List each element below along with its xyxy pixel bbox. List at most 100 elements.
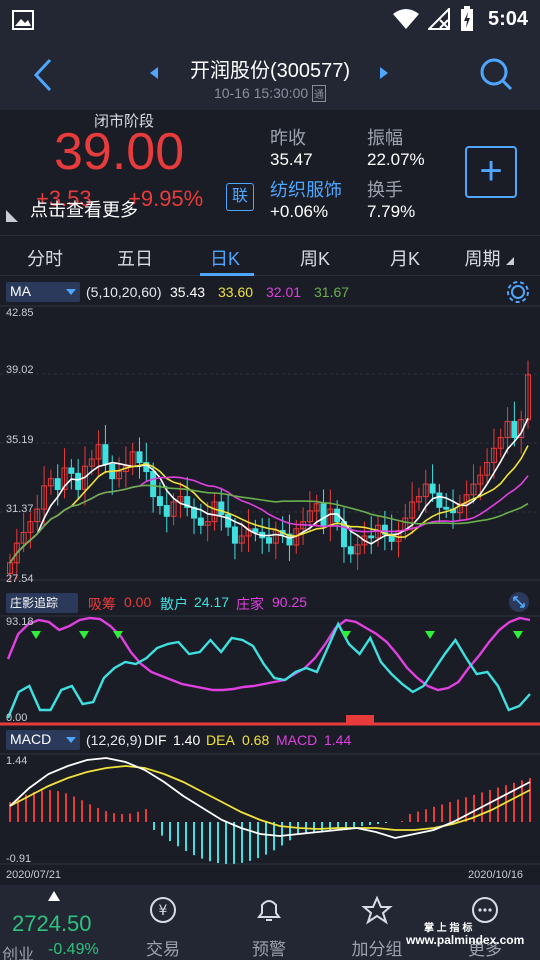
index-name: 创业 [2,947,35,960]
tab-period[interactable]: 周期 [444,245,534,271]
tab-five-day[interactable]: 五日 [90,245,180,271]
index-value[interactable]: 2724.50 [12,911,92,937]
candle-body [218,501,225,515]
dif-label: DIF [144,732,167,748]
dea-label: DEA [206,732,235,748]
macd-selector[interactable]: MACD [6,730,80,750]
price-axis-mid1: 39.02 [6,364,34,376]
prev-close-value: 35.47 [270,150,313,169]
candle-body [225,513,232,528]
stock-header: 开润股份(300577) 10-16 15:30:00 通 [0,40,540,110]
candle-body [436,492,443,508]
gallery-icon [12,10,34,30]
star-icon [361,895,393,925]
ma60-value: 31.67 [314,284,350,300]
price-axis-mid3: 31.37 [6,503,34,515]
kline-chart[interactable]: 42.85 39.02 35.19 31.37 27.54 [0,304,540,586]
index-change: -0.49% [48,941,99,958]
sanhu-line [6,621,531,719]
zy-svg: 93.18 0.00 [0,615,540,726]
turnover-label: 换手 [367,180,403,200]
zy-chart: 93.18 0.00 [0,614,540,726]
candle-body [320,503,327,526]
signal-marker [425,631,435,639]
candle-body [136,451,143,464]
prev-close-label: 昨收 [270,128,306,148]
candle-body [429,483,436,494]
candle-body [163,505,170,517]
quote-datetime: 10-16 15:30:00 通 [213,85,327,102]
price-axis-top: 42.85 [6,307,34,319]
price-axis-mid2: 35.19 [6,434,34,446]
status-bar: 5:04 [0,0,540,40]
xichou-bar [346,715,374,723]
candle-body [511,420,518,439]
macd-axis-top: 1.44 [6,755,27,767]
candle-body [54,478,61,490]
more-detail-link[interactable]: 点击查看更多 [30,196,138,222]
expand-icon[interactable] [508,591,530,613]
zy-axis-top: 93.18 [6,616,34,628]
amplitude-label: 振幅 [367,128,403,148]
dea-line [9,765,531,831]
clock: 5:04 [487,8,528,30]
dif-value: 1.40 [173,732,201,748]
sector-label[interactable]: 纺织服饰 [270,176,342,202]
tab-monthly-k[interactable]: 月K [360,245,450,271]
settings-gear-icon[interactable] [506,280,530,304]
candle-body [368,535,375,539]
zhuangjia-label: 庄家 [236,596,264,612]
signal-marker [79,631,89,639]
next-stock-icon[interactable] [378,66,390,80]
date-axis-start: 2020/07/21 [6,869,61,881]
sanhu-label: 散户 [160,596,188,612]
zy-axis-bottom: 0.00 [6,712,27,724]
tab-weekly-k[interactable]: 周K [270,245,360,271]
last-price: 39.00 [54,123,185,181]
dea-value: 0.68 [242,732,270,748]
macd-label: MACD [276,732,318,748]
candle-body [266,537,272,544]
search-icon[interactable] [478,56,514,92]
signal-marker [31,631,41,639]
corner-triangle-icon [6,210,18,222]
signal-marker [513,631,523,639]
macd-value: 1.44 [324,732,352,748]
macd-axis-bottom: -0.91 [6,853,31,865]
bottom-nav: 2724.50 创业 -0.49% ¥ 交易 预警 加分组 更多 掌 上 指 标… [0,885,540,960]
battery-icon [461,6,473,31]
zhuangjia-line [6,616,531,692]
tab-daily-k[interactable]: 日K [180,245,270,271]
link-badge[interactable]: 联 [226,183,254,211]
sanhu-value: 24.17 [194,594,230,610]
ma20-value: 32.01 [266,284,302,300]
stock-title: 开润股份(300577) [189,60,351,82]
date-axis-end: 2020/10/16 [468,869,523,881]
ma-params: (5,10,20,60) [86,284,162,300]
price-change-pct: +9.95% [128,186,204,211]
zy-selector[interactable]: 庄影追踪 [6,593,78,613]
sector-value: +0.06% [270,202,329,221]
period-tabs: 分时 五日 日K 周K 月K 周期 [0,236,540,276]
active-tab-indicator [200,273,254,276]
wifi-icon [393,9,419,29]
datetime-badge: 通 [312,85,327,102]
tab-intraday[interactable]: 分时 [0,245,90,271]
amplitude-value: 22.07% [367,150,425,169]
candle-body [102,444,109,465]
ma-selector[interactable]: MA [6,282,80,302]
kline-svg: 42.85 39.02 35.19 31.37 27.54 [0,305,540,585]
dif-line [9,757,531,839]
zhuangjia-value: 90.25 [272,594,308,610]
turnover-value: 7.79% [367,202,416,221]
add-watchlist-button[interactable]: + [465,146,517,198]
candle-body [75,472,82,490]
candle-body [443,506,450,510]
price-axis-bottom: 27.54 [6,573,34,585]
index-up-icon[interactable] [48,891,60,901]
watermark-url: www.palmindex.com [406,933,525,947]
yen-exchange-icon: ¥ [150,897,176,923]
signal-marker [341,631,351,639]
macd-svg: 1.44 -0.91 2020/07/21 2020/10/16 [0,753,540,881]
macd-dropdown-icon [66,737,76,743]
